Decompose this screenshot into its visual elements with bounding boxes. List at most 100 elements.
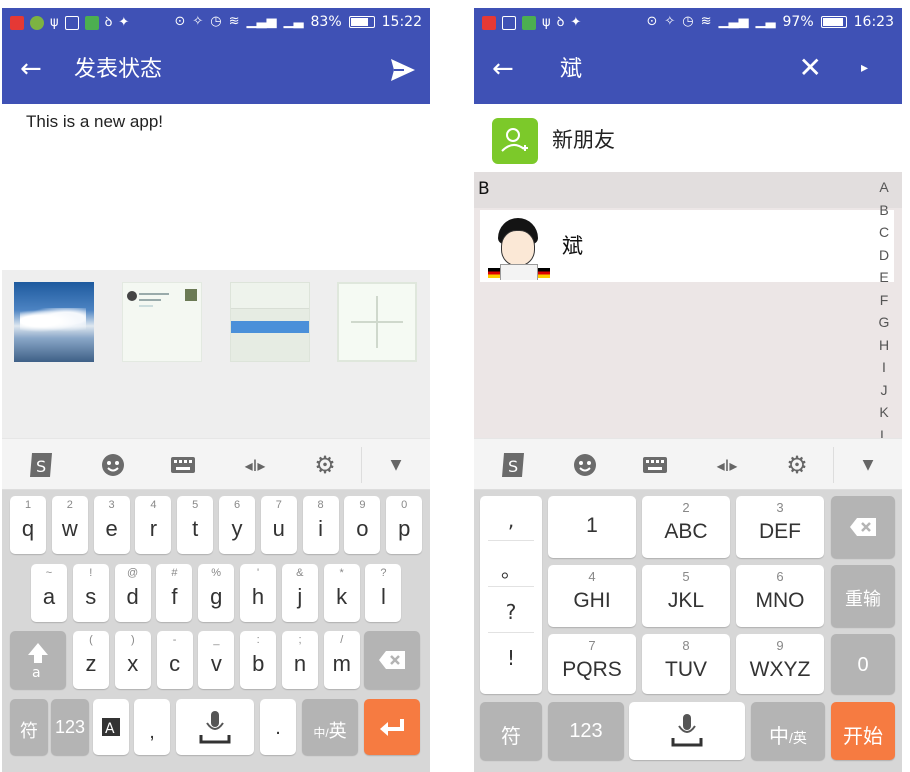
shift-key[interactable]: a [10, 631, 66, 689]
keyboard-icon[interactable] [170, 451, 196, 479]
symbol-1[interactable]: 。 [480, 554, 542, 583]
voice-space-key[interactable] [176, 699, 254, 755]
settings-gear-icon[interactable]: ⚙ [784, 451, 810, 479]
key-7[interactable]: 7 PQRS [548, 634, 636, 694]
sogou-logo-icon[interactable]: S [26, 451, 56, 479]
app-bar: ← 发表状态 [2, 38, 430, 104]
input-mode-key[interactable]: A [93, 699, 129, 755]
voice-space-key[interactable] [629, 702, 745, 760]
collapse-keyboard-icon[interactable]: ▼ [384, 451, 408, 479]
cursor-move-icon[interactable]: ◂I▸ [712, 451, 742, 479]
back-arrow-icon[interactable]: ← [20, 54, 42, 84]
key-v[interactable]: _ v [198, 631, 235, 689]
index-letter-I[interactable]: I [882, 356, 886, 379]
post-text-input[interactable]: This is a new app! [26, 112, 163, 132]
key-j[interactable]: & j [281, 564, 318, 622]
key-w[interactable]: 2w [51, 496, 88, 554]
key-6[interactable]: 6 MNO [736, 565, 824, 627]
key-d[interactable]: @ d [114, 564, 151, 622]
symbol-column[interactable]: , 。?! [480, 496, 542, 694]
index-letter-C[interactable]: C [879, 221, 889, 244]
keyboard-toolbar: S ◂I▸ ⚙ ▼ [2, 438, 430, 490]
alphabet-index[interactable]: ABCDEFGHIJKL [876, 176, 892, 446]
index-letter-D[interactable]: D [879, 244, 889, 267]
key-g[interactable]: % g [198, 564, 235, 622]
settings-gear-icon[interactable]: ⚙ [312, 451, 338, 479]
symbol-key[interactable]: 符 [10, 699, 48, 755]
key-r[interactable]: 4r [135, 496, 172, 554]
language-switch-key[interactable]: 中/英 [751, 702, 825, 760]
index-letter-K[interactable]: K [879, 401, 888, 424]
more-chevron-icon[interactable]: ▸ [861, 58, 868, 78]
keyboard-icon[interactable] [642, 451, 668, 479]
number-key[interactable]: 123 [548, 702, 624, 760]
new-friend-row[interactable]: 新朋友 [474, 104, 902, 172]
mini-line [139, 293, 169, 295]
language-switch-key[interactable]: 中/英 [302, 699, 358, 755]
back-arrow-icon[interactable]: ← [492, 54, 514, 84]
key-c[interactable]: -c [156, 631, 193, 689]
add-photo-button[interactable] [337, 282, 417, 362]
sogou-logo-icon[interactable]: S [498, 451, 528, 479]
index-letter-F[interactable]: F [880, 289, 889, 312]
emoji-icon[interactable] [100, 451, 126, 479]
index-letter-J[interactable]: J [881, 379, 888, 402]
battery-icon [820, 16, 847, 28]
reenter-key[interactable]: 重输 [831, 565, 895, 627]
send-icon[interactable] [390, 58, 416, 82]
comma-key[interactable]: , [134, 699, 170, 755]
index-letter-B[interactable]: B [879, 199, 888, 222]
period-key[interactable]: . [260, 699, 296, 755]
key-p[interactable]: 0p [386, 496, 423, 554]
cursor-move-icon[interactable]: ◂I▸ [240, 451, 270, 479]
backspace-key[interactable] [364, 631, 420, 689]
index-letter-A[interactable]: A [879, 176, 888, 199]
key-f[interactable]: # f [156, 564, 193, 622]
key-z[interactable]: (z [73, 631, 109, 689]
index-letter-G[interactable]: G [879, 311, 890, 334]
contact-row[interactable]: 斌 [480, 210, 894, 282]
start-key[interactable]: 开始 [831, 702, 895, 760]
key-k[interactable]: * k [323, 564, 360, 622]
key-o[interactable]: 9o [344, 496, 381, 554]
photo-thumbnail-sky[interactable] [14, 282, 94, 362]
key-n[interactable]: ; n [282, 631, 318, 689]
key-x[interactable]: ) x [114, 631, 151, 689]
key-t[interactable]: 5t [177, 496, 214, 554]
key-3[interactable]: 3 DEF [736, 496, 824, 558]
key-1[interactable]: 1 [548, 496, 636, 558]
key-letters: JKL [667, 589, 705, 612]
key-9[interactable]: 9 WXYZ [736, 634, 824, 694]
clear-close-icon[interactable]: ✕ [799, 52, 822, 84]
key-m[interactable]: / m [323, 631, 360, 689]
key-a[interactable]: ~ a [31, 564, 67, 622]
enter-key[interactable] [364, 699, 420, 755]
zero-key[interactable]: 0 [831, 634, 895, 694]
key-4[interactable]: 4 GHI [548, 565, 636, 627]
index-letter-H[interactable]: H [879, 334, 889, 357]
symbol-2[interactable]: ? [480, 600, 542, 624]
key-i[interactable]: 8i [302, 496, 339, 554]
symbol-3[interactable]: ! [480, 646, 542, 670]
key-h[interactable]: ' h [240, 564, 276, 622]
photo-thumbnail-screenshot[interactable] [122, 282, 202, 362]
emoji-icon[interactable] [572, 451, 598, 479]
key-y[interactable]: 6y [219, 496, 255, 554]
key-q[interactable]: 1q [10, 496, 46, 554]
key-2[interactable]: 2 ABC [642, 496, 730, 558]
key-l[interactable]: ? l [365, 564, 402, 622]
key-e[interactable]: 3e [93, 496, 130, 554]
key-s[interactable]: ! s [72, 564, 109, 622]
key-8[interactable]: 8 TUV [642, 634, 730, 694]
symbol-key[interactable]: 符 [480, 702, 542, 760]
backspace-key[interactable] [831, 496, 895, 558]
search-query[interactable]: 斌 [560, 55, 582, 85]
key-b[interactable]: :b [240, 631, 277, 689]
key-5[interactable]: 5 JKL [642, 565, 730, 627]
symbol-0[interactable]: , [480, 508, 542, 532]
collapse-keyboard-icon[interactable]: ▼ [856, 451, 880, 479]
index-letter-E[interactable]: E [879, 266, 888, 289]
key-u[interactable]: 7u [260, 496, 297, 554]
photo-thumbnail-form[interactable] [230, 282, 310, 362]
number-key[interactable]: 123 [51, 699, 89, 755]
